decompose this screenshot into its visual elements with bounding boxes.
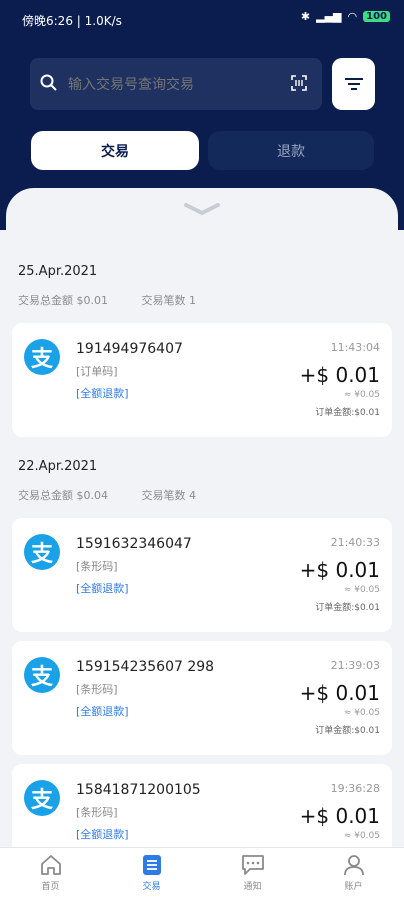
filter-icon bbox=[344, 78, 363, 90]
list-icon bbox=[142, 855, 161, 875]
user-icon bbox=[343, 855, 364, 876]
transaction-id: 1591632346047 bbox=[76, 536, 192, 552]
transaction-id: 15841871200105 bbox=[76, 782, 201, 798]
status-bar: 傍晚6:26 | 1.0K/s ✱ ▂▄▆ ◠ 100 bbox=[0, 0, 404, 38]
tab-transactions[interactable]: 交易 bbox=[31, 131, 199, 170]
group-date: 22.Apr.2021 bbox=[18, 459, 98, 474]
bottom-nav: 首页 交易 通知 账户 bbox=[0, 847, 404, 901]
nav-label: 交易 bbox=[142, 882, 161, 892]
rmb-equivalent: ≈ ¥0.05 bbox=[343, 831, 380, 841]
search-input[interactable] bbox=[66, 70, 300, 100]
transaction-card[interactable]: 支 15841871200105 [条形码] [全额退款] 19:36:28 +… bbox=[12, 764, 392, 858]
total-amount: 交易总金额 $0.01 bbox=[18, 294, 108, 307]
message-icon bbox=[241, 855, 264, 875]
bluetooth-icon: ✱ bbox=[300, 10, 311, 23]
wifi-icon: ◠ bbox=[347, 10, 358, 23]
transaction-card[interactable]: 支 191494976407 [订单码] [全额退款] 11:43:04 +$ … bbox=[12, 323, 392, 437]
alipay-icon: 支 bbox=[24, 534, 60, 570]
transaction-sheet: 25.Apr.2021 交易总金额 $0.01 交易笔数 1 支 1914949… bbox=[6, 188, 398, 858]
transaction-count: 交易笔数 1 bbox=[141, 294, 197, 307]
code-type: [条形码] bbox=[76, 560, 118, 573]
rmb-equivalent: ≈ ¥0.05 bbox=[343, 390, 380, 400]
alipay-icon: 支 bbox=[24, 339, 60, 375]
transaction-id: 191494976407 bbox=[76, 341, 183, 357]
alipay-icon: 支 bbox=[24, 780, 60, 816]
transaction-amount: +$ 0.01 bbox=[299, 558, 380, 582]
home-icon bbox=[40, 855, 61, 875]
transaction-time: 19:36:28 bbox=[330, 782, 380, 795]
rmb-equivalent: ≈ ¥0.05 bbox=[343, 585, 380, 595]
nav-notifications[interactable]: 通知 bbox=[202, 848, 303, 901]
transaction-card[interactable]: 支 159154235607 298 [条形码] [全额退款] 21:39:03… bbox=[12, 641, 392, 755]
rmb-equivalent: ≈ ¥0.05 bbox=[343, 708, 380, 718]
group-summary: 交易总金额 $0.04 交易笔数 4 bbox=[18, 487, 226, 503]
nav-home[interactable]: 首页 bbox=[0, 848, 101, 901]
status-icons: ✱ ▂▄▆ ◠ 100 bbox=[301, 10, 390, 23]
transaction-amount: +$ 0.01 bbox=[299, 681, 380, 705]
nav-label: 首页 bbox=[41, 882, 60, 892]
nav-label: 通知 bbox=[243, 882, 262, 892]
transaction-time: 11:43:04 bbox=[330, 341, 380, 354]
nav-account[interactable]: 账户 bbox=[303, 848, 404, 901]
nav-transactions[interactable]: 交易 bbox=[101, 848, 202, 901]
scan-icon[interactable] bbox=[290, 74, 308, 92]
nav-label: 账户 bbox=[344, 882, 363, 892]
code-type: [订单码] bbox=[76, 365, 118, 378]
status-time: 傍晚6:26 | 1.0K/s bbox=[22, 14, 122, 28]
transaction-amount: +$ 0.01 bbox=[299, 363, 380, 387]
transaction-amount: +$ 0.01 bbox=[299, 804, 380, 828]
refund-tag: [全额退款] bbox=[76, 582, 129, 595]
search-icon bbox=[40, 74, 57, 91]
group-date: 25.Apr.2021 bbox=[18, 264, 98, 279]
refund-tag: [全额退款] bbox=[76, 387, 129, 400]
battery-icon: 100 bbox=[363, 11, 390, 22]
code-type: [条形码] bbox=[76, 683, 118, 696]
order-amount: 订单金额:$0.01 bbox=[315, 603, 380, 613]
total-amount: 交易总金额 $0.04 bbox=[18, 489, 108, 502]
transaction-time: 21:40:33 bbox=[330, 536, 380, 549]
search-bar bbox=[30, 58, 322, 110]
tab-refunds[interactable]: 退款 bbox=[208, 131, 374, 170]
transaction-id: 159154235607 298 bbox=[76, 659, 215, 675]
filter-button[interactable] bbox=[332, 58, 375, 110]
group-summary: 交易总金额 $0.01 交易笔数 1 bbox=[18, 292, 226, 308]
order-amount: 订单金额:$0.01 bbox=[315, 726, 380, 736]
transaction-card[interactable]: 支 1591632346047 [条形码] [全额退款] 21:40:33 +$… bbox=[12, 518, 392, 632]
code-type: [条形码] bbox=[76, 806, 118, 819]
order-amount: 订单金额:$0.01 bbox=[315, 408, 380, 418]
refund-tag: [全额退款] bbox=[76, 828, 129, 841]
signal-icon: ▂▄▆ bbox=[316, 10, 342, 23]
alipay-icon: 支 bbox=[24, 657, 60, 693]
transaction-time: 21:39:03 bbox=[330, 659, 380, 672]
transaction-count: 交易笔数 4 bbox=[141, 489, 197, 502]
refund-tag: [全额退款] bbox=[76, 705, 129, 718]
chevron-down-icon[interactable] bbox=[184, 202, 220, 216]
